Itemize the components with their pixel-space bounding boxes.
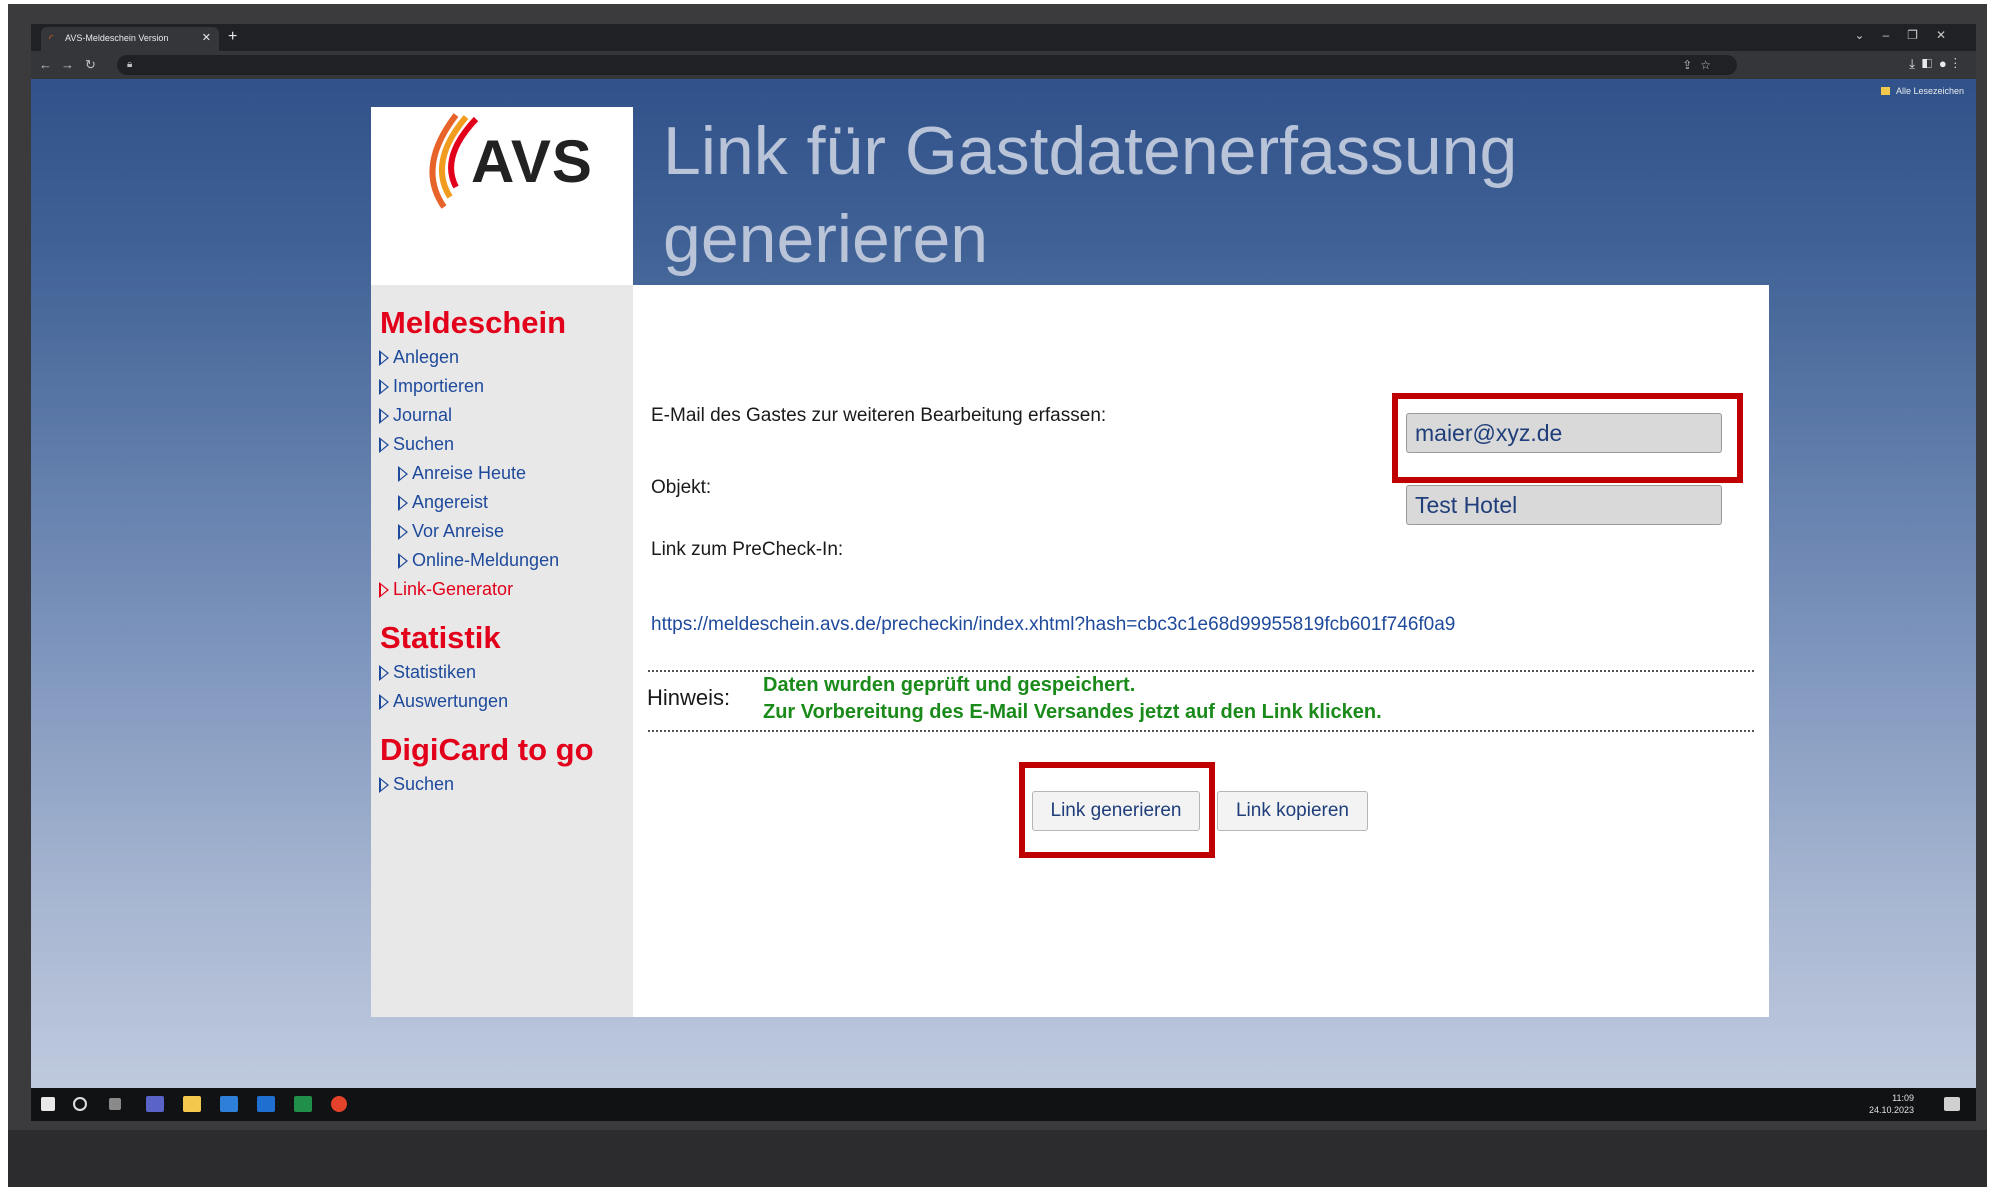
address-bar[interactable]: 🔒︎ ⇪☆ <box>117 55 1737 75</box>
sidebar-item-label: Suchen <box>393 434 455 454</box>
chrome-icon[interactable] <box>331 1096 347 1112</box>
browser-extensions-icons[interactable]: ⤓◧●⋮ <box>1909 56 1964 72</box>
sidebar-item-label: Angereist <box>412 492 489 512</box>
bookmarks-label: Alle Lesezeichen <box>1895 86 1964 96</box>
sidebar-item-digicard-suchen[interactable]: Suchen <box>379 774 454 795</box>
sidebar-item-label: Auswertungen <box>393 691 509 711</box>
close-tab-icon[interactable]: ✕ <box>202 31 211 44</box>
sidebar-item-label: Statistiken <box>393 662 477 682</box>
clock-time: 11:09 <box>1892 1093 1914 1103</box>
sidebar-item-label: Anlegen <box>393 347 460 367</box>
sidebar-item-angereist[interactable]: Angereist <box>398 492 488 513</box>
hint-message-line1: Daten wurden geprüft und gespeichert. <box>763 674 1136 696</box>
sidebar-item-label: Link-Generator <box>393 579 514 599</box>
sidebar-section-digicard: DigiCard to go <box>380 732 594 767</box>
monitor-stand <box>8 1130 1987 1187</box>
avs-favicon-icon: ◜ <box>49 33 54 45</box>
reload-icon[interactable]: ↻ <box>85 57 96 73</box>
divider-top <box>648 670 1754 672</box>
screen: ◜ AVS-Meldeschein Version ✕ + ⌄–❐✕ ← → ↻… <box>31 24 1976 1121</box>
search-icon[interactable] <box>73 1097 87 1111</box>
triangle-right-icon <box>379 437 389 453</box>
sidebar-item-label: Anreise Heute <box>412 463 527 483</box>
sidebar-item-link-generator[interactable]: Link-Generator <box>379 579 513 600</box>
windows-taskbar: 11:09 24.10.2023 <box>31 1088 1976 1121</box>
sidebar-section-meldeschein: Meldeschein <box>380 305 567 340</box>
triangle-right-icon <box>379 777 389 793</box>
forward-icon[interactable]: → <box>61 57 74 72</box>
outlook-icon[interactable] <box>257 1096 275 1112</box>
triangle-right-icon <box>379 350 389 366</box>
triangle-right-icon <box>398 466 408 482</box>
sidebar-item-online-meldungen[interactable]: Online-Meldungen <box>398 550 559 571</box>
hint-message-line2: Zur Vorbereitung des E-Mail Versandes je… <box>763 701 1382 723</box>
system-clock[interactable]: 11:09 24.10.2023 <box>1869 1092 1914 1116</box>
object-field[interactable]: Test Hotel <box>1406 485 1722 525</box>
sidebar-item-label: Vor Anreise <box>412 521 505 541</box>
excel-icon[interactable] <box>294 1096 312 1112</box>
triangle-right-icon <box>379 582 389 598</box>
browser-toolbar: ← → ↻ 🔒︎ ⇪☆ ⤓◧●⋮ <box>31 51 1976 79</box>
clock-date: 24.10.2023 <box>1868 1105 1914 1115</box>
sidebar-item-suchen[interactable]: Suchen <box>379 434 454 455</box>
page-title: Link für Gastdatenerfassung generieren <box>663 107 1763 283</box>
web-page: AVS Link für Gastdatenerfassung generier… <box>371 107 1769 1017</box>
sidebar: Meldeschein Anlegen Importieren Journal … <box>371 285 633 1017</box>
sidebar-item-label: Importieren <box>393 376 485 396</box>
folder-icon <box>1880 87 1890 95</box>
sidebar-item-auswertungen[interactable]: Auswertungen <box>379 691 508 712</box>
sidebar-item-label: Suchen <box>393 774 455 794</box>
precheckin-link-label: Link zum PreCheck-In: <box>651 539 844 560</box>
task-view-icon[interactable] <box>109 1098 121 1110</box>
teams-icon[interactable] <box>146 1096 164 1112</box>
lock-icon[interactable]: 🔒︎ <box>127 59 132 70</box>
triangle-right-icon <box>379 665 389 681</box>
sidebar-section-statistik: Statistik <box>380 620 501 655</box>
triangle-right-icon <box>379 694 389 710</box>
triangle-right-icon <box>398 495 408 511</box>
generate-link-button[interactable]: Link generieren <box>1032 791 1200 831</box>
tab-title: AVS-Meldeschein Version <box>65 33 169 43</box>
bookmarks-bar[interactable]: Alle Lesezeichen <box>1880 86 1964 96</box>
sidebar-item-label: Online-Meldungen <box>412 550 560 570</box>
hint-label: Hinweis: <box>647 685 731 710</box>
share-star-icons[interactable]: ⇪☆ <box>1682 58 1719 72</box>
sidebar-item-journal[interactable]: Journal <box>379 405 452 426</box>
new-tab-icon[interactable]: + <box>228 28 237 46</box>
sidebar-item-vor-anreise[interactable]: Vor Anreise <box>398 521 504 542</box>
windows-start-icon[interactable] <box>41 1097 55 1111</box>
triangle-right-icon <box>398 524 408 540</box>
email-field[interactable]: maier@xyz.de <box>1406 413 1722 453</box>
window-controls[interactable]: ⌄–❐✕ <box>1854 28 1964 42</box>
main-content: E-Mail des Gastes zur weiteren Bearbeitu… <box>633 285 1769 1017</box>
notification-icon[interactable] <box>1944 1097 1960 1111</box>
sidebar-item-anreise-heute[interactable]: Anreise Heute <box>398 463 526 484</box>
remote-desktop-icon[interactable] <box>220 1096 238 1112</box>
copy-link-button[interactable]: Link kopieren <box>1217 791 1368 831</box>
sidebar-item-label: Journal <box>393 405 453 425</box>
file-explorer-icon[interactable] <box>183 1096 201 1112</box>
sidebar-item-statistiken[interactable]: Statistiken <box>379 662 476 683</box>
object-label: Objekt: <box>651 477 712 498</box>
logo-text: AVS <box>471 128 593 195</box>
sidebar-item-importieren[interactable]: Importieren <box>379 376 484 397</box>
divider-bottom <box>648 730 1754 732</box>
triangle-right-icon <box>379 408 389 424</box>
email-label: E-Mail des Gastes zur weiteren Bearbeitu… <box>651 405 1107 426</box>
triangle-right-icon <box>379 379 389 395</box>
precheckin-link[interactable]: https://meldeschein.avs.de/precheckin/in… <box>651 614 1455 636</box>
back-icon[interactable]: ← <box>39 57 52 72</box>
sidebar-item-anlegen[interactable]: Anlegen <box>379 347 459 368</box>
page-title-line2: generieren <box>663 201 989 277</box>
browser-tab[interactable]: ◜ AVS-Meldeschein Version ✕ <box>41 27 219 51</box>
avs-logo: AVS <box>371 107 633 285</box>
triangle-right-icon <box>398 553 408 569</box>
browser-titlebar: ◜ AVS-Meldeschein Version ✕ + ⌄–❐✕ <box>31 24 1976 51</box>
page-title-line1: Link für Gastdatenerfassung <box>663 113 1518 189</box>
